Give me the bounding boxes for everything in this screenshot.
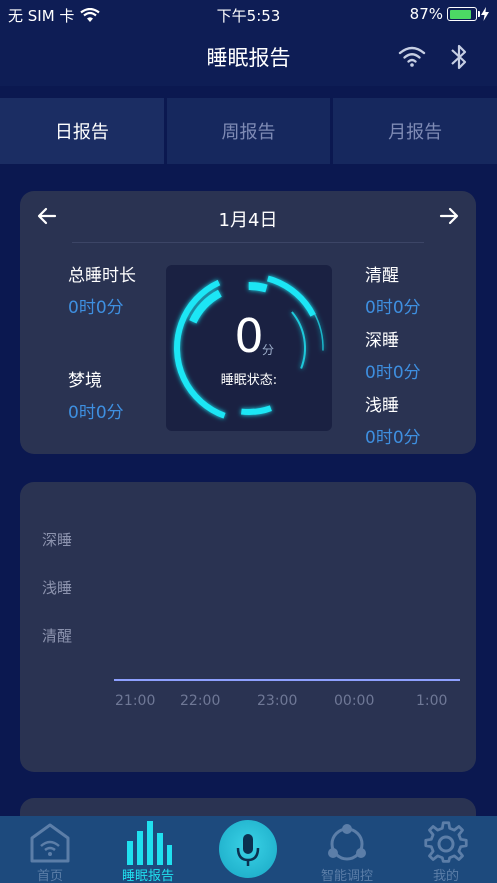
microphone-icon <box>236 834 260 866</box>
voice-button[interactable] <box>219 820 277 878</box>
gear-icon <box>424 821 468 863</box>
wifi-icon[interactable] <box>396 44 428 68</box>
x-tick-label: 00:00 <box>334 693 375 709</box>
sleep-status-label: 睡眠状态: <box>220 373 278 388</box>
battery-tip <box>478 11 480 17</box>
deep-sleep-value: 0时0分 <box>365 363 421 383</box>
bluetooth-icon[interactable] <box>448 42 470 72</box>
bar-chart-icon <box>127 821 172 865</box>
bottom-tab-mine[interactable]: 我的 <box>401 816 491 883</box>
battery-fill <box>449 9 472 19</box>
x-tick-label: 22:00 <box>180 693 221 709</box>
network-icon <box>328 824 366 861</box>
divider <box>72 242 424 243</box>
x-tick-label: 21:00 <box>115 693 156 709</box>
deep-sleep-label: 深睡 <box>365 331 399 351</box>
status-right: 87% <box>410 5 489 23</box>
tab-weekly-report[interactable]: 周报告 <box>166 98 331 164</box>
bottom-tab-home-label: 首页 <box>36 869 63 883</box>
awake-value: 0时0分 <box>365 298 421 318</box>
bottom-tab-home[interactable]: 首页 <box>5 816 95 883</box>
total-sleep-label: 总睡时长 <box>68 266 136 286</box>
battery-percent: 87% <box>409 5 443 23</box>
date-label: 1月4日 <box>218 210 278 231</box>
nav-bar: 睡眠报告 <box>0 28 497 86</box>
home-wifi-icon <box>30 823 70 863</box>
x-tick-label: 1:00 <box>416 693 448 709</box>
y-label-light: 浅睡 <box>42 579 73 597</box>
bottom-tab-bar: 首页 睡眠报告 智能调控 我的 <box>0 816 497 883</box>
sleep-score-unit: 分 <box>262 343 275 357</box>
sleep-score-gauge: 0 分 睡眠状态: <box>166 265 332 431</box>
light-sleep-label: 浅睡 <box>365 396 399 416</box>
y-label-deep: 深睡 <box>42 531 73 549</box>
sleep-chart-card: 深睡 浅睡 清醒 21:00 22:00 23:00 00:00 1:00 <box>20 482 476 772</box>
y-label-awake: 清醒 <box>42 627 73 645</box>
tab-monthly-report[interactable]: 月报告 <box>333 98 497 164</box>
date-selector: 1月4日 <box>20 191 476 243</box>
dream-label: 梦境 <box>68 371 102 391</box>
bottom-tab-smart-control-label: 智能调控 <box>320 869 373 883</box>
bottom-tab-smart-control[interactable]: 智能调控 <box>302 816 392 883</box>
bottom-tab-mine-label: 我的 <box>432 869 459 883</box>
next-day-arrow-icon[interactable] <box>438 205 460 227</box>
battery-icon <box>447 7 480 21</box>
dream-value: 0时0分 <box>68 403 124 423</box>
status-bar: 无 SIM 卡 下午5:53 87% <box>0 0 497 28</box>
chart-series-line <box>114 679 460 681</box>
light-sleep-value: 0时0分 <box>365 428 421 448</box>
tab-daily-report[interactable]: 日报告 <box>0 98 164 164</box>
x-tick-label: 23:00 <box>257 693 298 709</box>
awake-label: 清醒 <box>365 266 399 286</box>
sleep-summary-card: 1月4日 总睡时长 0时0分 梦境 0时0分 清醒 0时0分 深睡 0时0分 浅… <box>20 191 476 454</box>
total-sleep-value: 0时0分 <box>68 298 124 318</box>
report-tabs: 日报告 周报告 月报告 <box>0 98 497 164</box>
charging-icon <box>481 7 489 21</box>
bottom-tab-sleep-report[interactable]: 睡眠报告 <box>103 816 193 883</box>
sleep-score-value: 0 <box>234 309 264 363</box>
bottom-tab-sleep-report-label: 睡眠报告 <box>121 869 174 883</box>
